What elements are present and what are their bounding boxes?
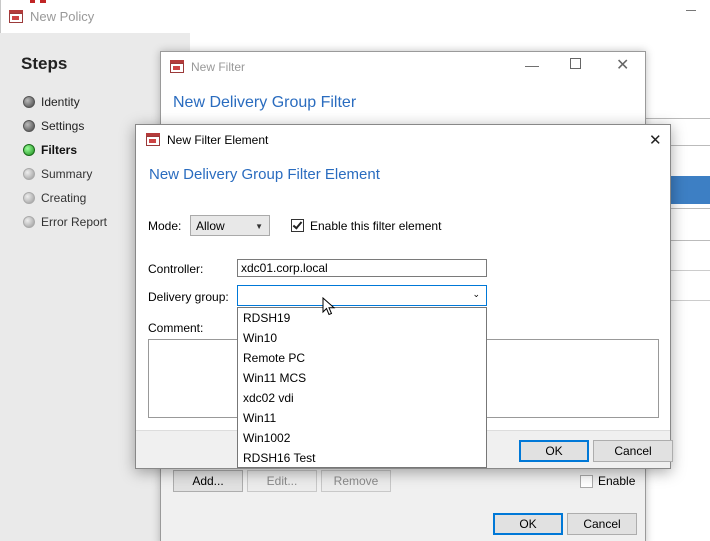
enable-filter-element-label: Enable this filter element — [310, 219, 442, 233]
step-settings: Settings — [23, 119, 84, 133]
step-status-icon — [23, 96, 35, 108]
step-label: Settings — [41, 119, 85, 133]
app-icon — [145, 133, 161, 147]
close-icon[interactable]: ✕ — [616, 55, 629, 75]
delivery-group-option[interactable]: RDSH19 — [238, 308, 486, 328]
delivery-group-options-list: RDSH19 Win10 Remote PC Win11 MCS xdc02 vdi Wi… — [237, 307, 487, 468]
delivery-group-dropdown[interactable]: ⌄ — [237, 285, 487, 306]
step-label: Filters — [41, 143, 78, 157]
delivery-group-option[interactable]: Win1002 — [238, 428, 486, 448]
delivery-group-label: Delivery group: — [148, 290, 229, 304]
main-titlebar: New Policy — [0, 0, 710, 33]
step-label: Creating — [41, 191, 87, 205]
delivery-group-option[interactable]: xdc02 vdi — [238, 388, 486, 408]
step-status-icon — [23, 120, 35, 132]
enable-filter-element-checkbox[interactable] — [291, 219, 304, 232]
delivery-group-option[interactable]: Remote PC — [238, 348, 486, 368]
step-status-icon — [23, 192, 35, 204]
app-icon — [8, 9, 24, 24]
add-button[interactable]: Add... — [173, 470, 243, 492]
element-heading: New Delivery Group Filter Element — [149, 166, 380, 183]
step-status-icon — [23, 144, 35, 156]
app-icon — [169, 60, 185, 74]
controller-label: Controller: — [148, 262, 204, 276]
step-label: Error Report — [41, 215, 108, 229]
maximize-icon[interactable] — [570, 58, 581, 69]
step-summary: Summary — [23, 167, 92, 181]
minimize-icon[interactable] — [686, 10, 696, 11]
filter-window-title: New Filter — [191, 60, 246, 74]
element-ok-button[interactable]: OK — [519, 440, 589, 462]
close-icon[interactable]: ✕ — [649, 131, 662, 149]
filter-cancel-button[interactable]: Cancel — [567, 513, 637, 535]
step-status-icon — [23, 168, 35, 180]
controller-value: xdc01.corp.local — [241, 261, 328, 275]
filter-heading: New Delivery Group Filter — [173, 94, 357, 111]
element-cancel-button[interactable]: Cancel — [593, 440, 673, 462]
step-label: Summary — [41, 167, 93, 181]
delivery-group-option[interactable]: Win11 MCS — [238, 368, 486, 388]
step-error-report: Error Report — [23, 215, 107, 229]
step-status-icon — [23, 216, 35, 228]
filter-ok-button[interactable]: OK — [493, 513, 563, 535]
step-label: Identity — [41, 95, 80, 109]
mode-value: Allow — [196, 218, 225, 233]
controller-field[interactable]: xdc01.corp.local — [237, 259, 487, 277]
element-dialog-title: New Filter Element — [167, 133, 269, 147]
minimize-icon[interactable]: — — [525, 57, 539, 73]
divider — [645, 118, 710, 119]
step-creating: Creating — [23, 191, 86, 205]
remove-button[interactable]: Remove — [321, 470, 391, 492]
edit-button[interactable]: Edit... — [247, 470, 317, 492]
checkmark-icon — [292, 219, 303, 230]
enable-checkbox[interactable] — [580, 475, 593, 488]
element-titlebar: New Filter Element — [136, 125, 670, 155]
step-identity: Identity — [23, 95, 80, 109]
steps-title: Steps — [21, 54, 68, 73]
enable-label: Enable — [598, 474, 636, 488]
delivery-group-option[interactable]: Win11 — [238, 408, 486, 428]
mode-select[interactable]: Allow ▼ — [190, 215, 270, 236]
chevron-down-icon: ⌄ — [472, 289, 480, 299]
step-filters: Filters — [23, 143, 77, 157]
delivery-group-option[interactable]: RDSH16 Test — [238, 448, 486, 468]
comment-label: Comment: — [148, 321, 204, 335]
delivery-group-option[interactable]: Win10 — [238, 328, 486, 348]
mouse-cursor-icon — [322, 297, 336, 316]
chevron-down-icon: ▼ — [255, 222, 263, 231]
main-window-title: New Policy — [30, 9, 95, 24]
mode-label: Mode: — [148, 219, 182, 233]
